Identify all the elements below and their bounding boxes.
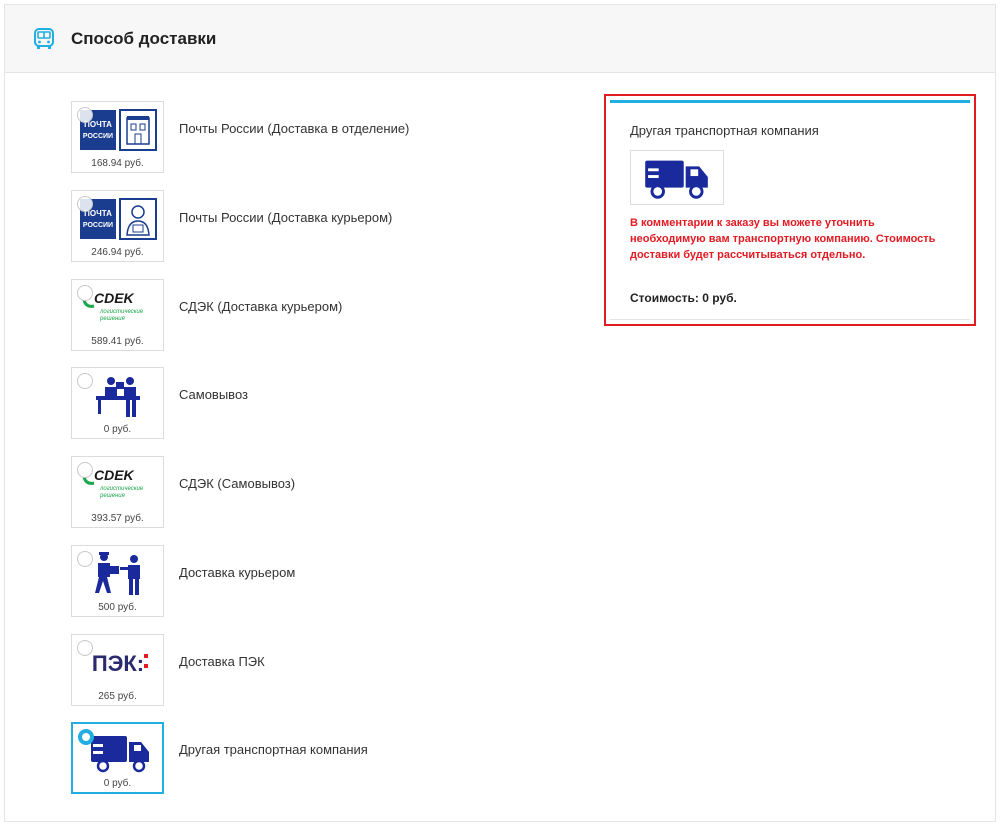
option-thumbnail[interactable]: CDEK логистические решения 589.41 руб.: [71, 279, 164, 351]
option-label[interactable]: Другая транспортная компания: [179, 742, 368, 757]
option-label[interactable]: СДЭК (Самовывоз): [179, 476, 295, 491]
cdek-tagline-2: решения: [99, 316, 126, 322]
option-thumbnail[interactable]: ПОЧТА РОССИИ 168.94 руб.: [71, 101, 164, 173]
option-price: 168.94 руб.: [91, 158, 144, 169]
cdek-tagline-1: логистические: [99, 309, 144, 315]
option-label[interactable]: СДЭК (Доставка курьером): [179, 299, 342, 314]
option-thumbnail[interactable]: 500 руб.: [71, 545, 164, 617]
pek-wordmark: ПЭК:: [92, 651, 144, 676]
delivery-option-other-carrier[interactable]: 0 руб. Другая транспортная компания: [71, 722, 631, 794]
delivery-option-post-courier[interactable]: ПОЧТА РОССИИ 246.94 руб. Почты России (Д…: [71, 190, 631, 262]
page-title: Способ доставки: [71, 29, 217, 48]
cdek-tagline-1: логистические: [99, 486, 144, 492]
option-price: 0 руб.: [103, 778, 132, 789]
selected-option-details: Другая транспортная компания В комментар…: [604, 94, 976, 326]
truck-icon: [630, 150, 724, 205]
bus-icon: [34, 28, 54, 49]
cdek-tagline-2: решения: [99, 493, 126, 499]
details-card: Другая транспортная компания В комментар…: [610, 100, 970, 320]
option-thumbnail[interactable]: CDEK логистические решения 393.57 руб.: [71, 456, 164, 528]
radio-button[interactable]: [77, 462, 93, 478]
option-thumbnail[interactable]: 0 руб.: [71, 367, 164, 439]
option-label[interactable]: Доставка ПЭК: [179, 654, 265, 669]
radio-button[interactable]: [77, 285, 93, 301]
radio-button-checked[interactable]: [78, 729, 94, 745]
details-note: В комментарии к заказу вы можете уточнит…: [630, 217, 936, 261]
delivery-option-post-office[interactable]: ПОЧТА РОССИИ 168.94 руб. Почты России (Д…: [71, 101, 631, 173]
post-logo-line2: РОССИИ: [83, 133, 113, 140]
option-thumbnail[interactable]: ПОЧТА РОССИИ 246.94 руб.: [71, 190, 164, 262]
post-logo-line2: РОССИИ: [83, 222, 113, 229]
cdek-wordmark: CDEK: [94, 290, 135, 306]
delivery-option-cdek-pickup[interactable]: CDEK логистические решения 393.57 руб. С…: [71, 456, 631, 528]
option-label[interactable]: Почты России (Доставка курьером): [179, 210, 392, 225]
details-title: Другая транспортная компания: [630, 123, 819, 138]
option-price: 500 руб.: [98, 602, 137, 613]
option-label[interactable]: Доставка курьером: [179, 565, 295, 580]
details-cost: Стоимость: 0 руб.: [630, 291, 737, 305]
option-price: 246.94 руб.: [91, 247, 144, 258]
option-thumbnail[interactable]: 0 руб.: [71, 722, 164, 794]
delivery-option-pek[interactable]: ПЭК: 265 руб. Доставка ПЭК: [71, 634, 631, 706]
delivery-option-pickup[interactable]: 0 руб. Самовывоз: [71, 367, 631, 439]
option-price: 265 руб.: [98, 691, 137, 702]
option-label[interactable]: Самовывоз: [179, 387, 248, 402]
option-label[interactable]: Почты России (Доставка в отделение): [179, 121, 409, 136]
radio-button[interactable]: [77, 373, 93, 389]
delivery-option-courier[interactable]: 500 руб. Доставка курьером: [71, 545, 631, 617]
radio-button[interactable]: [77, 196, 93, 212]
delivery-option-cdek-courier[interactable]: CDEK логистические решения 589.41 руб. С…: [71, 279, 631, 351]
option-thumbnail[interactable]: ПЭК: 265 руб.: [71, 634, 164, 706]
option-price: 393.57 руб.: [91, 513, 144, 524]
radio-button[interactable]: [77, 107, 93, 123]
radio-button[interactable]: [77, 551, 93, 567]
option-price: 589.41 руб.: [91, 336, 144, 347]
panel-header: Способ доставки: [5, 5, 995, 73]
radio-button[interactable]: [77, 640, 93, 656]
option-price: 0 руб.: [103, 424, 132, 435]
cdek-wordmark: CDEK: [94, 467, 135, 483]
